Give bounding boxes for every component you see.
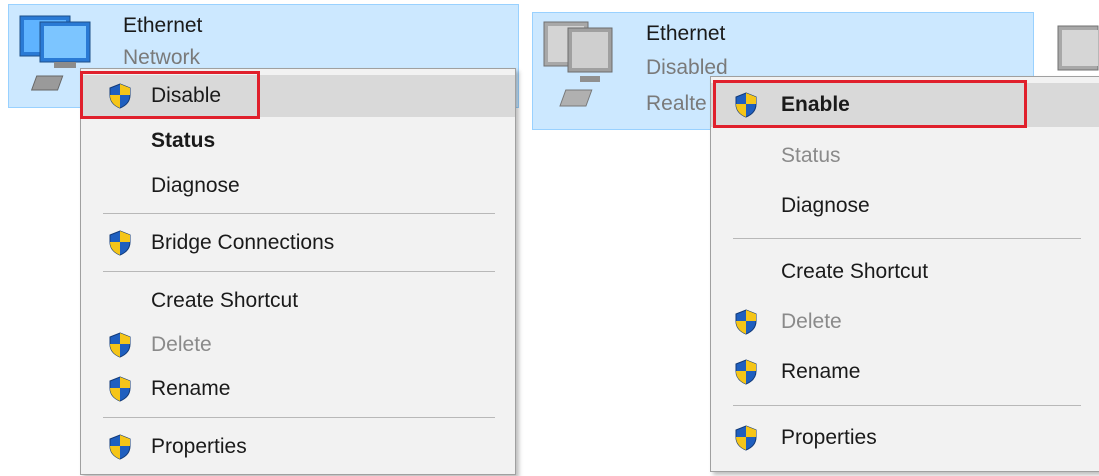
left-context-menu: Disable Status Diagnose Bridge Connectio… (80, 68, 516, 475)
adapter-driver: Realte (646, 92, 707, 115)
menu-item-label: Rename (151, 377, 231, 400)
menu-separator (103, 417, 495, 418)
menu-item-label: Create Shortcut (151, 289, 299, 312)
menu-item-label: Properties (151, 435, 247, 458)
menu-separator (733, 238, 1081, 239)
menu-item-label: Status (151, 129, 216, 152)
menu-item-label: Rename (781, 360, 861, 383)
uac-shield-icon (109, 376, 131, 402)
menu-separator (103, 213, 495, 214)
uac-shield-icon (735, 425, 757, 451)
menu-item-label: Diagnose (781, 194, 870, 217)
menu-item-label: Diagnose (151, 174, 240, 197)
adapter-status: Network (123, 46, 201, 69)
menu-item-diagnose[interactable]: Diagnose (711, 185, 1099, 227)
menu-separator (103, 271, 495, 272)
menu-item-label: Status (781, 144, 841, 167)
menu-item-label: Create Shortcut (781, 260, 929, 283)
menu-item-properties[interactable]: Properties (711, 417, 1099, 459)
menu-item-properties[interactable]: Properties (81, 427, 515, 467)
callout-highlight-box (80, 71, 260, 119)
network-adapter-disabled-icon (543, 21, 613, 107)
menu-item-status[interactable]: Status (81, 121, 515, 161)
menu-item-bridge-connections[interactable]: Bridge Connections (81, 223, 515, 263)
menu-item-label: Bridge Connections (151, 231, 335, 254)
menu-item-create-shortcut[interactable]: Create Shortcut (81, 281, 515, 321)
adapter-name: Ethernet (646, 22, 726, 45)
menu-item-rename[interactable]: Rename (711, 351, 1099, 393)
uac-shield-icon (735, 309, 757, 335)
menu-item-label: Delete (781, 310, 842, 333)
callout-highlight-box (713, 80, 1027, 128)
menu-item-diagnose[interactable]: Diagnose (81, 166, 515, 206)
menu-item-delete: Delete (81, 325, 515, 365)
menu-item-label: Delete (151, 333, 212, 356)
menu-item-status: Status (711, 135, 1099, 177)
adapter-name: Ethernet (123, 14, 203, 37)
menu-separator (733, 405, 1081, 406)
right-context-menu: Enable Status Diagnose Create Shortcut D… (710, 76, 1099, 472)
menu-item-rename[interactable]: Rename (81, 369, 515, 409)
menu-item-create-shortcut[interactable]: Create Shortcut (711, 251, 1099, 293)
menu-item-label: Properties (781, 426, 877, 449)
uac-shield-icon (109, 230, 131, 256)
menu-item-delete: Delete (711, 301, 1099, 343)
uac-shield-icon (109, 332, 131, 358)
uac-shield-icon (735, 359, 757, 385)
network-adapter-icon (1057, 25, 1099, 71)
uac-shield-icon (109, 434, 131, 460)
